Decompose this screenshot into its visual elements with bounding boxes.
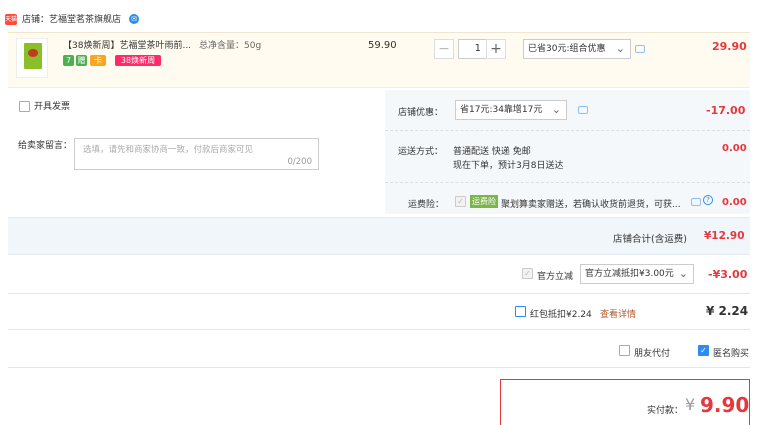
shipping-amount: 0.00 xyxy=(722,143,747,154)
reduction-amount: -¥3.00 xyxy=(708,268,748,281)
store-coupon-amount: -17.00 xyxy=(706,104,746,117)
promo-tag: 38焕新周 xyxy=(115,55,161,66)
seven-day-return-icon: 7 xyxy=(63,55,74,66)
pay-label: 实付款： xyxy=(647,406,684,416)
store-label: 店铺：艺福堂茗茶旗舰店 xyxy=(22,15,122,25)
store-total-amount: ¥12.90 xyxy=(704,230,745,242)
message-counter: 0/200 xyxy=(287,157,313,167)
gift-icon: 赠 xyxy=(76,55,87,66)
product-title[interactable]: 【38焕新周】艺福堂茶叶雨前... xyxy=(63,40,191,52)
shipping-eta: 现在下单，预计3月8日送达 xyxy=(453,161,564,171)
reduction-label: 官方立减 xyxy=(537,272,574,282)
comment-icon[interactable] xyxy=(635,45,645,53)
help-icon[interactable]: ? xyxy=(703,195,713,205)
item-total: 29.90 xyxy=(712,40,747,53)
friend-pay-label: 朋友代付 xyxy=(634,349,671,359)
insurance-badge: 运费险 xyxy=(470,195,498,208)
message-label: 给卖家留言： xyxy=(18,141,73,151)
increase-button[interactable]: + xyxy=(486,39,506,59)
redpacket-details-link[interactable]: 查看详情 xyxy=(600,307,636,320)
pay-symbol: ¥ xyxy=(685,395,696,414)
chat-icon[interactable]: ✉ xyxy=(129,14,139,24)
product-spec: 总净含量：50g xyxy=(199,41,262,51)
insurance-checkbox: ✓ xyxy=(455,196,466,207)
anonymous-label: 匿名购买 xyxy=(713,349,750,359)
store-total-label: 店铺合计(含运费) xyxy=(613,234,687,245)
decrease-button[interactable]: − xyxy=(434,39,454,59)
store-coupon-label: 店铺优惠： xyxy=(398,108,444,118)
anonymous-checkbox[interactable]: ✓ xyxy=(698,345,709,356)
redpacket-checkbox[interactable] xyxy=(515,306,526,317)
message-textarea[interactable]: 选填，请先和商家协商一致，付款后商家可见 0/200 xyxy=(74,138,319,170)
unit-price: 59.90 xyxy=(368,40,397,51)
friend-pay-checkbox[interactable] xyxy=(619,345,630,356)
store-badge-icon: 天猫 xyxy=(5,14,18,25)
redpacket-label: 红包抵扣¥2.24 xyxy=(530,310,592,320)
card-icon: 卡 xyxy=(90,55,106,66)
coupon-comment-icon[interactable] xyxy=(578,106,588,114)
insurance-label: 运费险： xyxy=(408,200,445,210)
insurance-comment-icon[interactable] xyxy=(691,198,701,206)
reduction-checkbox: ✓ xyxy=(522,268,533,279)
store-coupon-select[interactable]: 省17元:34靠增17元 ⌄ xyxy=(455,100,567,120)
shipping-label: 运送方式： xyxy=(398,147,444,157)
redpacket-amount: ¥ 2.24 xyxy=(706,304,749,318)
invoice-checkbox[interactable] xyxy=(19,101,30,112)
insurance-amount: 0.00 xyxy=(722,197,747,208)
pay-amount: 9.90 xyxy=(700,393,750,417)
invoice-label: 开具发票 xyxy=(34,102,71,112)
insurance-text: 聚划算卖家赠送，若确认收货前退货，可获... xyxy=(501,200,681,210)
shipping-method: 普通配送 快递 免邮 xyxy=(453,147,531,157)
product-image[interactable] xyxy=(16,38,48,78)
store-name[interactable]: 艺福堂茗茶旗舰店 xyxy=(49,15,121,25)
quantity-input[interactable]: 1 xyxy=(458,39,488,59)
reduction-select[interactable]: 官方立减抵扣¥3.00元 ⌄ xyxy=(580,264,694,284)
item-discount-select[interactable]: 已省30元:组合优惠 ⌄ xyxy=(523,39,631,59)
